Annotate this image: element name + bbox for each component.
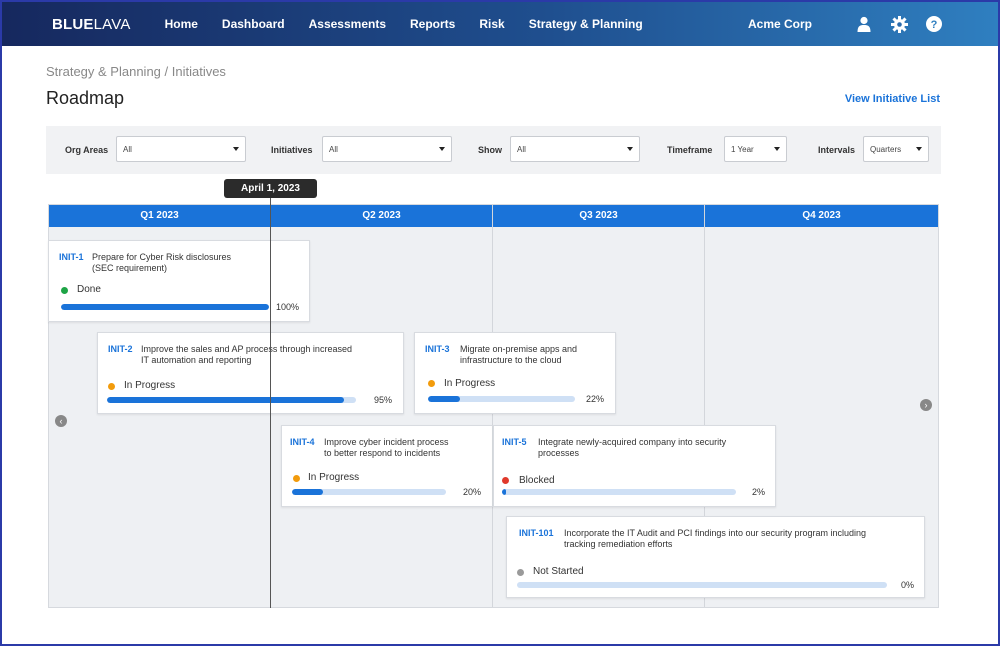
nav-home[interactable]: Home <box>165 17 198 31</box>
progress-fill <box>61 304 269 310</box>
org-name[interactable]: Acme Corp <box>748 17 812 31</box>
initiative-card-init-4[interactable]: INIT-4 Improve cyber incident process to… <box>281 425 493 507</box>
initiative-title-line: Incorporate the IT Audit and PCI finding… <box>564 528 867 538</box>
timeframe-select[interactable]: 1 Year <box>724 136 787 162</box>
show-label: Show <box>478 145 502 155</box>
nav-reports[interactable]: Reports <box>410 17 455 31</box>
quarter-header-q3: Q3 2023 <box>493 205 704 227</box>
initiative-id[interactable]: INIT-101 <box>519 528 554 538</box>
view-initiative-list-link[interactable]: View Initiative List <box>845 93 940 105</box>
chevron-down-icon <box>439 147 445 151</box>
initiative-card-init-2[interactable]: INIT-2 Improve the sales and AP process … <box>97 332 404 414</box>
initiative-id[interactable]: INIT-3 <box>425 344 450 354</box>
progress-bar <box>292 489 446 495</box>
scroll-left-arrow-icon[interactable]: ‹ <box>55 415 67 427</box>
status-dot-icon <box>293 475 300 482</box>
status-label: In Progress <box>124 380 176 391</box>
nav-dashboard[interactable]: Dashboard <box>222 17 285 31</box>
initiative-id[interactable]: INIT-4 <box>290 437 315 447</box>
quarter-header-q2: Q2 2023 <box>271 205 492 227</box>
progress-percent: 20% <box>463 487 482 497</box>
initiative-title-line: processes <box>538 448 580 458</box>
status-label: In Progress <box>444 378 496 389</box>
progress-bar <box>107 397 356 403</box>
status-label: Blocked <box>519 475 555 486</box>
show-select[interactable]: All <box>510 136 640 162</box>
progress-bar <box>61 304 269 310</box>
initiative-title-line: Integrate newly-acquired company into se… <box>538 437 727 447</box>
progress-bar <box>502 489 736 495</box>
progress-bar <box>517 582 887 588</box>
status-dot-icon <box>61 287 68 294</box>
initiative-title-line: Prepare for Cyber Risk disclosures <box>92 252 232 262</box>
chevron-down-icon <box>916 147 922 151</box>
scroll-right-arrow-icon[interactable]: › <box>920 399 932 411</box>
status-dot-icon <box>502 477 509 484</box>
initiative-title-line: to better respond to incidents <box>324 448 441 458</box>
initiative-title-line: Improve cyber incident process <box>324 437 449 447</box>
nav-assessments[interactable]: Assessments <box>309 17 386 31</box>
current-date-line <box>270 194 271 608</box>
svg-text:?: ? <box>931 19 938 31</box>
chevron-down-icon <box>233 147 239 151</box>
progress-bar <box>428 396 575 402</box>
initiatives-label: Initiatives <box>271 145 313 155</box>
initiative-card-init-101[interactable]: INIT-101 Incorporate the IT Audit and PC… <box>506 516 925 598</box>
progress-percent: 2% <box>752 487 766 497</box>
filter-bar: Org Areas All Initiatives All Show All T… <box>46 126 941 174</box>
help-icon[interactable]: ? <box>925 15 943 33</box>
progress-fill <box>502 489 506 495</box>
initiative-card-init-3[interactable]: INIT-3 Migrate on-premise apps and infra… <box>414 332 616 414</box>
initiative-title-line: infrastructure to the cloud <box>460 355 562 365</box>
main-nav: Home Dashboard Assessments Reports Risk … <box>165 17 667 31</box>
chevron-down-icon <box>627 147 633 151</box>
initiative-title-line: IT automation and reporting <box>141 355 252 365</box>
quarter-header-q1: Q1 2023 <box>49 205 270 227</box>
status-dot-icon <box>108 383 115 390</box>
initiative-id[interactable]: INIT-1 <box>59 252 84 262</box>
progress-percent: 22% <box>586 394 605 404</box>
initiative-id[interactable]: INIT-2 <box>108 344 133 354</box>
intervals-label: Intervals <box>818 145 856 155</box>
current-date-marker[interactable]: April 1, 2023 <box>224 179 317 198</box>
initiative-title-line: (SEC requirement) <box>92 263 168 273</box>
status-label: Done <box>77 284 101 295</box>
gear-icon[interactable] <box>890 15 908 33</box>
status-label: Not Started <box>533 566 584 577</box>
progress-percent: 100% <box>276 302 300 312</box>
status-dot-icon <box>517 569 524 576</box>
initiative-id[interactable]: INIT-5 <box>502 437 527 447</box>
status-dot-icon <box>428 380 435 387</box>
user-icon[interactable] <box>855 15 873 33</box>
breadcrumb: Strategy & Planning / Initiatives <box>46 64 226 79</box>
top-right-controls: Acme Corp ? <box>748 2 943 46</box>
progress-fill <box>107 397 344 403</box>
progress-fill <box>292 489 323 495</box>
org-areas-select[interactable]: All <box>116 136 246 162</box>
chevron-down-icon <box>774 147 780 151</box>
status-label: In Progress <box>308 472 360 483</box>
initiative-title-line: Improve the sales and AP process through… <box>141 344 352 354</box>
progress-percent: 0% <box>901 580 915 590</box>
intervals-select[interactable]: Quarters <box>863 136 929 162</box>
quarter-header-q4: Q4 2023 <box>705 205 938 227</box>
initiative-card-init-5[interactable]: INIT-5 Integrate newly-acquired company … <box>493 425 776 507</box>
initiative-title-line: tracking remediation efforts <box>564 539 673 549</box>
bluelava-logo[interactable]: BLUELAVA <box>52 16 131 33</box>
progress-fill <box>428 396 461 402</box>
page-title: Roadmap <box>46 88 125 108</box>
timeframe-label: Timeframe <box>667 145 713 155</box>
nav-risk[interactable]: Risk <box>479 17 504 31</box>
org-areas-label: Org Areas <box>65 145 109 155</box>
top-navigation-bar: BLUELAVA Home Dashboard Assessments Repo… <box>2 2 998 46</box>
nav-strategy-planning[interactable]: Strategy & Planning <box>529 17 643 31</box>
progress-percent: 95% <box>374 395 393 405</box>
initiatives-select[interactable]: All <box>322 136 452 162</box>
initiative-title-line: Migrate on-premise apps and <box>460 344 578 354</box>
